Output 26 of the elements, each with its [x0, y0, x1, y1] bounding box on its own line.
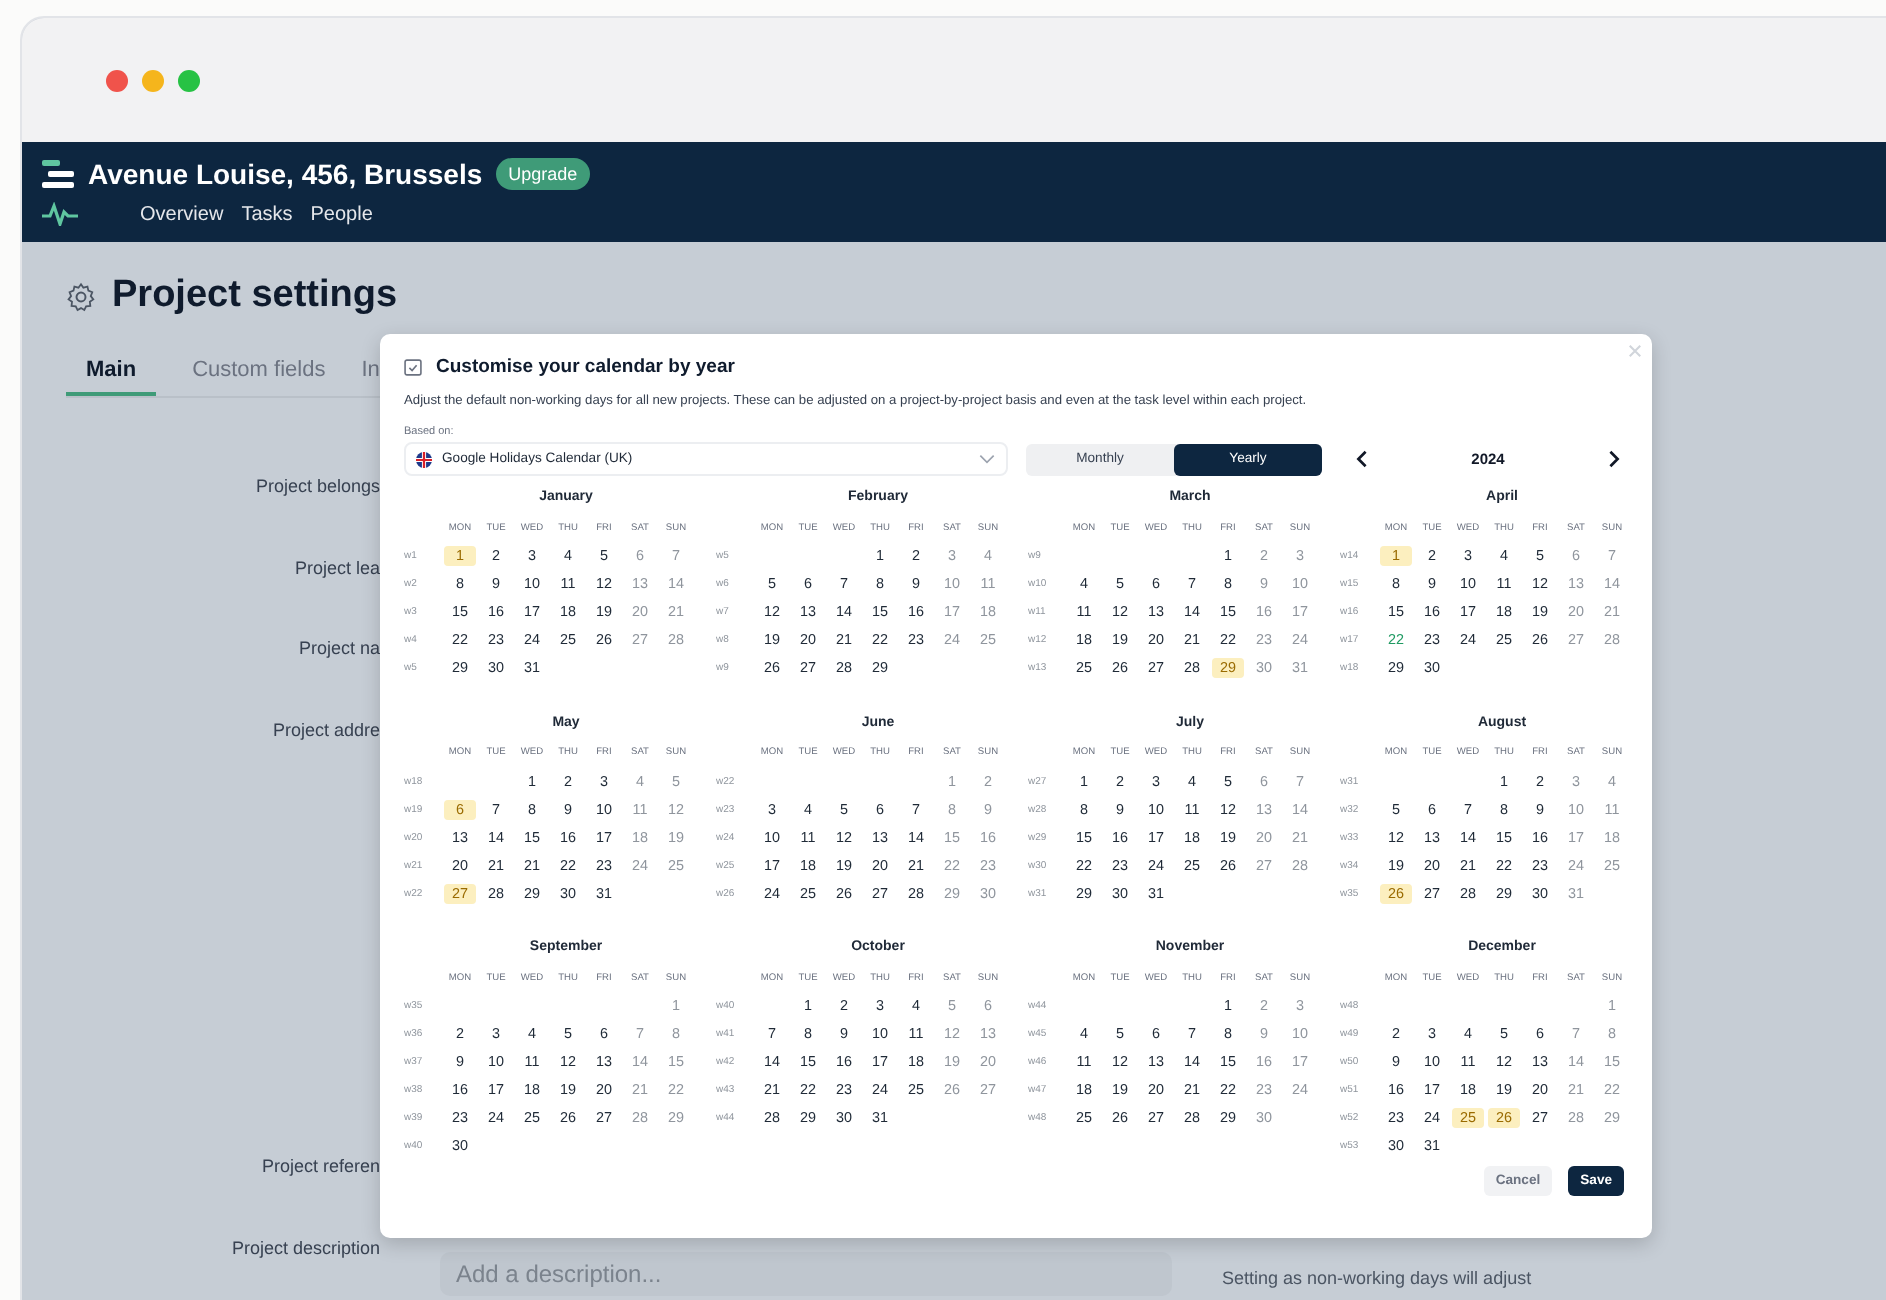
tab[interactable]: Main	[66, 358, 157, 396]
page-title: Project settings	[112, 274, 398, 318]
field-label: Project belongs	[253, 476, 380, 497]
calendar-icon	[404, 358, 422, 376]
nav-link[interactable]: Overview	[140, 203, 224, 225]
settings-icon	[66, 281, 96, 311]
field-label: Project addre	[270, 719, 380, 740]
field-label: Project referen	[259, 1156, 380, 1177]
window-control-icon[interactable]	[178, 69, 200, 91]
window-control-icon[interactable]	[142, 69, 164, 91]
stacked-bars-icon	[42, 160, 74, 188]
chevron-left-icon[interactable]	[1356, 450, 1368, 468]
field-label: Project lea	[292, 557, 380, 578]
window-control-icon[interactable]	[106, 69, 128, 91]
chevron-right-icon[interactable]	[1608, 450, 1620, 468]
field-label: Project na	[296, 638, 380, 659]
nav-link[interactable]: Tasks	[241, 203, 293, 225]
project-title: Avenue Louise, 456, Brussels	[88, 158, 483, 190]
nav-link[interactable]: People	[310, 203, 373, 225]
flag-icon	[416, 451, 432, 467]
chevron-down-icon	[978, 454, 996, 464]
note-text: Setting as non-working days will adjust	[1222, 1268, 1534, 1288]
pulse-icon[interactable]	[42, 202, 78, 226]
description-field[interactable]: Add a description...	[440, 1251, 1172, 1296]
dialog-title: Customise your calendar by year	[436, 356, 735, 378]
field-label: Project description	[229, 1237, 380, 1258]
